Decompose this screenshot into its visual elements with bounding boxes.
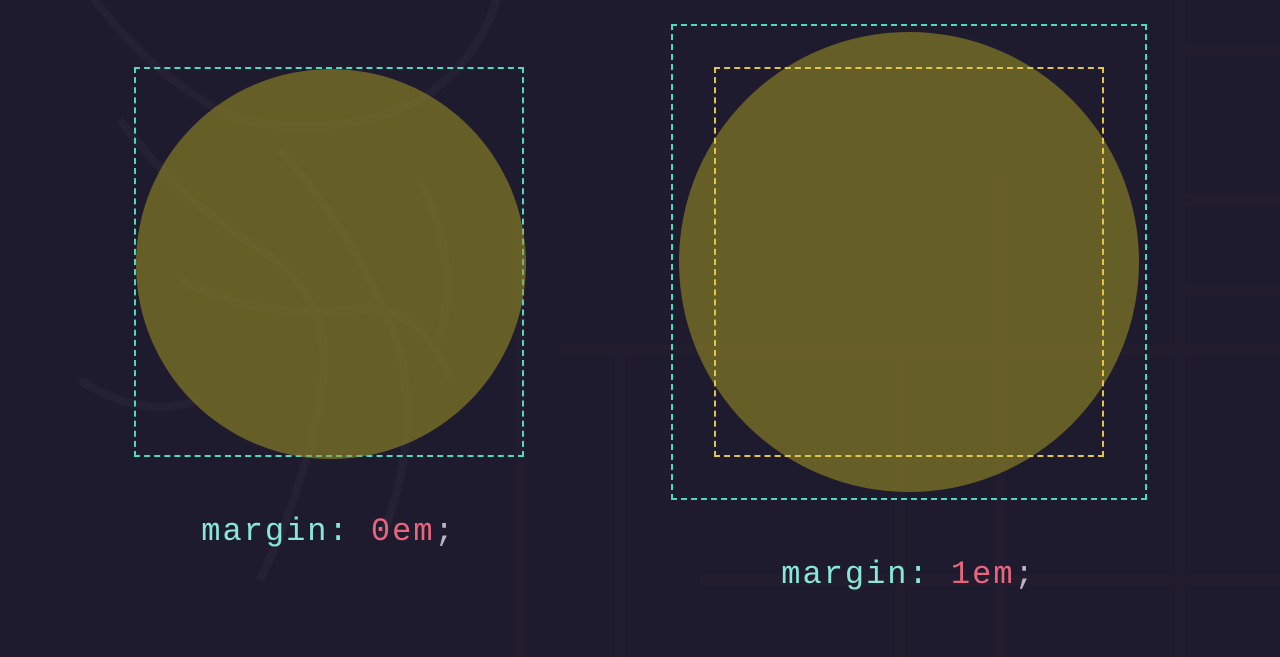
css-semicolon: ; xyxy=(435,513,456,550)
outer-box-no-margin xyxy=(134,67,524,457)
margin-demo-left: margin: 0em; xyxy=(134,67,524,550)
css-semicolon: ; xyxy=(1015,556,1036,593)
margin-demo-right: margin: 1em; xyxy=(671,24,1147,593)
css-property: margin: xyxy=(781,556,951,593)
css-value: 0em xyxy=(371,513,435,550)
caption-right: margin: 1em; xyxy=(781,556,1035,593)
css-property: margin: xyxy=(201,513,371,550)
outer-box-with-margin xyxy=(671,24,1147,500)
css-value: 1em xyxy=(951,556,1015,593)
inner-box-content xyxy=(714,67,1104,457)
caption-left: margin: 0em; xyxy=(201,513,455,550)
shape-circle-left xyxy=(136,69,526,459)
diagram-content: margin: 0em; margin: 1em; xyxy=(0,0,1280,657)
